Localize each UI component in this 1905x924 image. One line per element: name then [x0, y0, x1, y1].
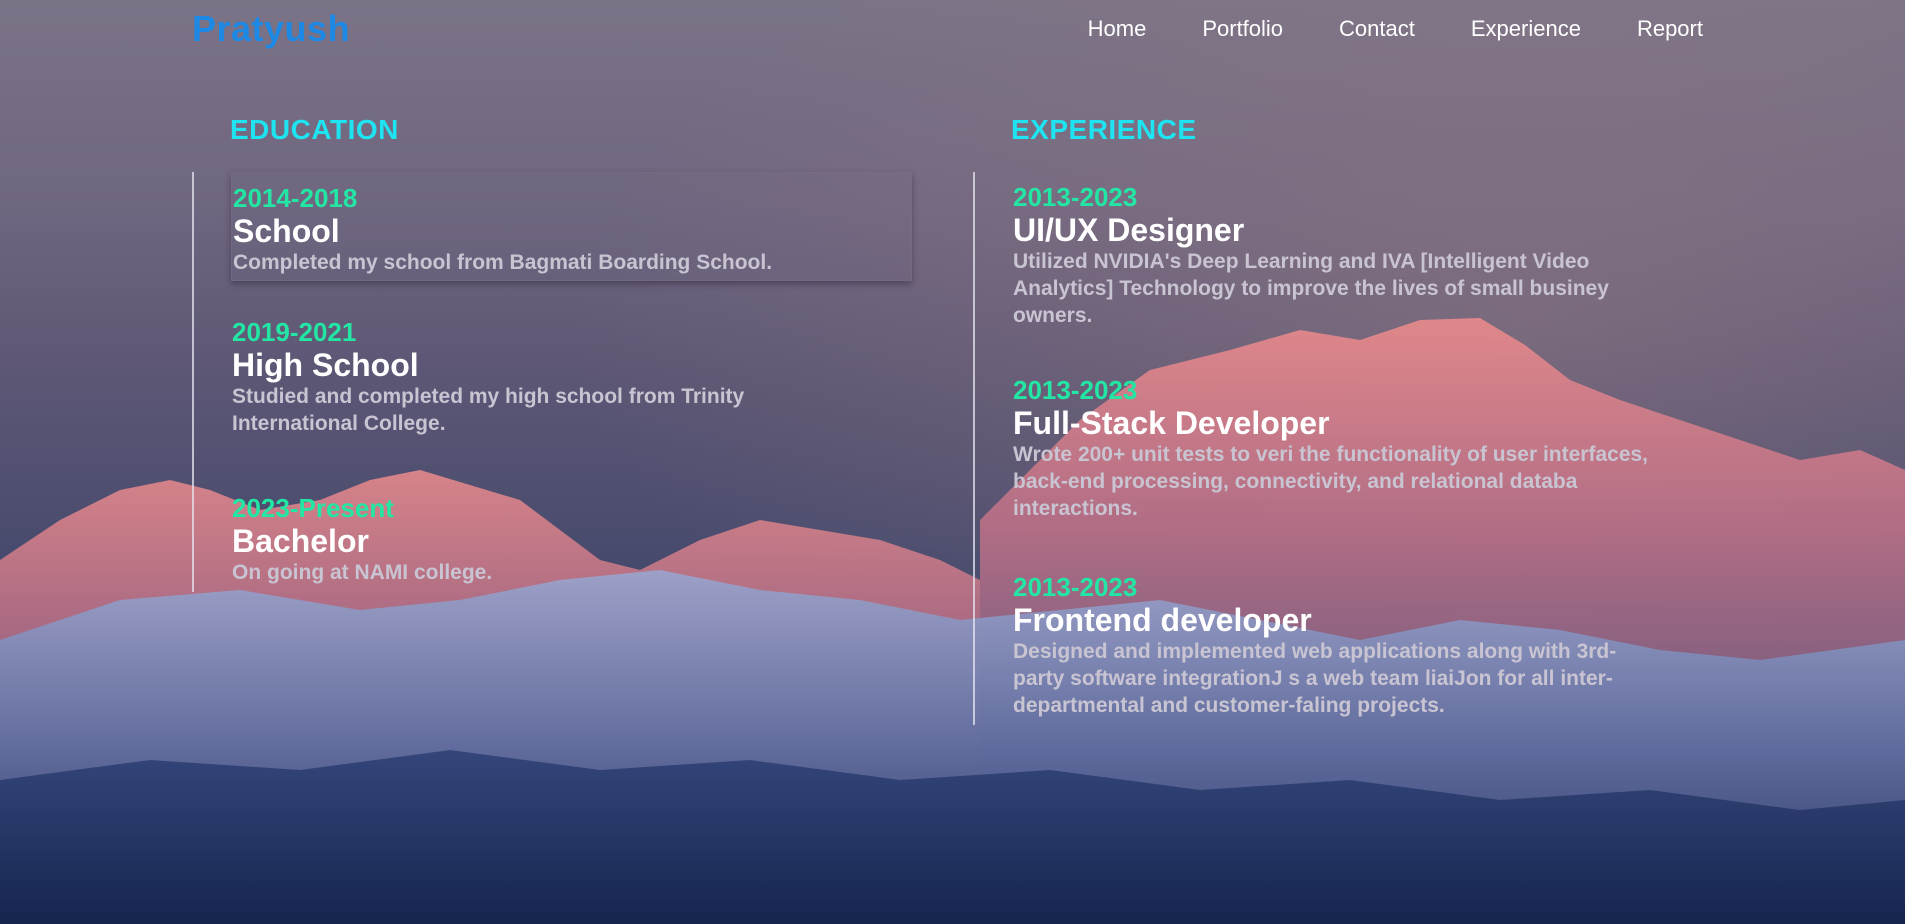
entry-years: 2023-Present	[232, 493, 394, 523]
experience-entry-fullstack: 2013-2023 Full-Stack Developer Wrote 200…	[1012, 365, 1663, 528]
nav-contact-link[interactable]: Contact	[1339, 16, 1415, 42]
entry-years: 2019-2021	[232, 317, 357, 347]
entry-description: Wrote 200+ unit tests to veri the functi…	[1013, 443, 1649, 520]
education-title: EDUCATION	[230, 114, 399, 145]
entry-description: Utilized NVIDIA's Deep Learning and IVA …	[1013, 250, 1609, 327]
entry-role: High School	[232, 347, 419, 383]
experience-title: EXPERIENCE	[1011, 114, 1197, 145]
brand-logo[interactable]: Pratyush	[192, 8, 350, 50]
education-entry-bachelor: 2023-Present Bachelor On going at NAMI c…	[231, 483, 912, 592]
entry-description: Studied and completed my high school fro…	[232, 385, 745, 435]
entry-years: 2013-2023	[1013, 572, 1138, 602]
main-nav: Home Portfolio Contact Experience Report	[1088, 16, 1703, 42]
entry-role: UI/UX Designer	[1013, 212, 1245, 248]
experience-section: EXPERIENCE 2013-2023 UI/UX Designer Util…	[973, 110, 1693, 725]
experience-entry-frontend: 2013-2023 Frontend developer Designed an…	[1012, 562, 1663, 725]
entry-description: On going at NAMI college.	[232, 561, 493, 584]
nav-experience-link[interactable]: Experience	[1471, 16, 1581, 42]
entry-years: 2013-2023	[1013, 182, 1138, 212]
experience-entry-uiux: 2013-2023 UI/UX Designer Utilized NVIDIA…	[1012, 172, 1663, 335]
entry-years: 2014-2018	[233, 183, 358, 213]
entry-description: Completed my school from Bagmati Boardin…	[233, 251, 773, 274]
entry-role: Frontend developer	[1013, 602, 1312, 638]
nav-report-link[interactable]: Report	[1637, 16, 1703, 42]
education-entry-school[interactable]: 2014-2018 School Completed my school fro…	[231, 172, 912, 281]
entry-role: Full-Stack Developer	[1013, 405, 1330, 441]
education-timeline: 2014-2018 School Completed my school fro…	[192, 172, 912, 592]
nav-portfolio-link[interactable]: Portfolio	[1202, 16, 1283, 42]
education-section: EDUCATION 2014-2018 School Completed my …	[192, 110, 912, 592]
experience-timeline: 2013-2023 UI/UX Designer Utilized NVIDIA…	[973, 172, 1693, 725]
education-entry-high-school: 2019-2021 High School Studied and comple…	[231, 307, 832, 443]
entry-role: Bachelor	[232, 523, 369, 559]
nav-home-link[interactable]: Home	[1088, 16, 1147, 42]
entry-years: 2013-2023	[1013, 375, 1138, 405]
entry-description: Designed and implemented web application…	[1013, 640, 1617, 717]
entry-role: School	[233, 213, 340, 249]
